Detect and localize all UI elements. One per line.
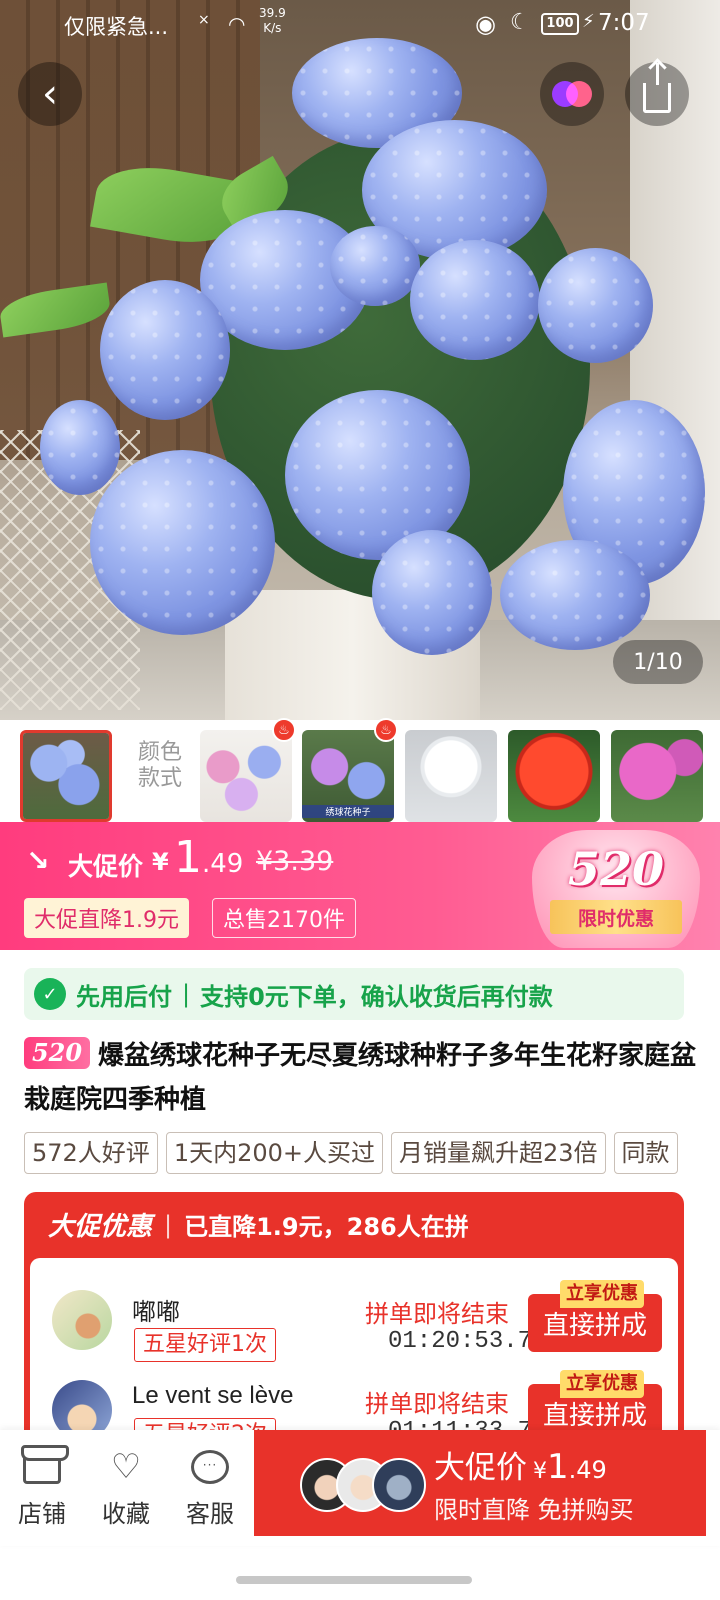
image-counter: 1/10	[613, 640, 703, 684]
original-price: ¥3.39	[256, 846, 334, 877]
variant-thumb-2[interactable]	[200, 730, 292, 822]
share-icon	[643, 63, 671, 113]
avatar	[372, 1458, 426, 1512]
user-name: Le vent se lève	[132, 1382, 294, 1409]
pay-later-banner[interactable]: ✓ 先用后付 | 支持0元下单，确认收货后再付款	[24, 968, 684, 1020]
back-button[interactable]: ‹	[18, 62, 82, 126]
group-buy-title: 大促优惠	[48, 1212, 153, 1242]
chip-sales-surge[interactable]: 月销量飙升超23倍	[391, 1132, 606, 1174]
charging-icon: ⚡	[582, 11, 595, 32]
home-indicator[interactable]	[236, 1576, 472, 1584]
instant-discount-tag: 立享优惠	[560, 1370, 644, 1398]
avatar	[52, 1290, 112, 1350]
chip-bought[interactable]: 1天内200+人买过	[165, 1132, 383, 1174]
buyer-avatars	[300, 1458, 426, 1514]
520-badge: 520	[24, 1037, 90, 1069]
clock: 7:07	[598, 10, 650, 36]
variant-thumb-4[interactable]	[405, 730, 497, 822]
trend-down-icon: ↘	[26, 844, 50, 877]
eye-comfort-icon: ◉	[475, 10, 496, 38]
product-title: 520 爆盆绣球花种子无尽夏绣球种籽子多年生花籽家庭盆栽庭院四季种植	[24, 1037, 697, 1115]
pay-later-desc: 支持0元下单，确认收货后再付款	[200, 982, 553, 1011]
buy-subtitle: 限时直降 免拼购买	[434, 1496, 634, 1524]
review-badge: 五星好评1次	[134, 1328, 276, 1362]
favorite-button[interactable]: ♡ 收藏	[84, 1444, 168, 1534]
store-icon	[21, 1445, 69, 1484]
fire-icon: ♨	[272, 718, 296, 742]
limited-offer-badge: 520 限时优惠	[532, 830, 700, 948]
user-name: 嘟嘟	[132, 1299, 180, 1326]
buy-price: 大促价 ¥1.49	[434, 1447, 607, 1487]
promo-price: 1.49	[174, 832, 244, 883]
promo-label: 大促价	[68, 852, 144, 881]
chip-same-style[interactable]: 同款	[613, 1132, 678, 1174]
status-bar: 仅限紧急... × ◠ 39.9 K/s ◉ ☾ 100 ⚡ 7:07	[0, 0, 720, 50]
variant-thumb-1[interactable]	[20, 730, 112, 822]
twin-circles-button[interactable]	[540, 62, 604, 126]
product-page: 仅限紧急... × ◠ 39.9 K/s ◉ ☾ 100 ⚡ 7:07 ‹ 1/1…	[0, 0, 720, 1600]
chat-icon: ···	[191, 1450, 229, 1484]
color-style-label[interactable]: 颜色 款式	[130, 740, 190, 792]
ending-status: 拼单即将结束	[365, 1390, 509, 1418]
moon-icon: ☾	[510, 10, 530, 35]
highlight-chips: 572人好评 1天内200+人买过 月销量飙升超23倍 同款	[24, 1132, 720, 1174]
product-image[interactable]: 仅限紧急... × ◠ 39.9 K/s ◉ ☾ 100 ⚡ 7:07 ‹ 1/1…	[0, 0, 720, 720]
group-buy-subtitle: 已直降1.9元，286人在拼	[184, 1213, 469, 1241]
share-button[interactable]	[625, 62, 689, 126]
customer-service-button[interactable]: ··· 客服	[168, 1444, 252, 1534]
price-drop-tag: 大促直降1.9元	[24, 898, 189, 938]
currency-symbol: ¥	[152, 848, 169, 876]
bottom-action-bar: 店铺 ♡ 收藏 ··· 客服 大促价 ¥1.49 限时直降 免拼购买	[0, 1430, 720, 1546]
twin-circles-icon	[552, 81, 592, 107]
variant-thumb-5[interactable]	[508, 730, 600, 822]
fire-icon: ♨	[374, 718, 398, 742]
ending-status: 拼单即将结束	[365, 1300, 509, 1328]
variant-thumb-3[interactable]: 绣球花种子	[302, 730, 394, 822]
notification-text: 仅限紧急...	[64, 15, 169, 39]
wifi-icon: ◠	[228, 12, 246, 36]
variant-thumb-6[interactable]	[611, 730, 703, 822]
battery-icon: 100	[541, 13, 579, 35]
pay-later-icon: ✓	[34, 978, 66, 1010]
instant-discount-tag: 立享优惠	[560, 1280, 644, 1308]
chevron-left-icon: ‹	[42, 71, 58, 117]
total-sales-tag: 总售2170件	[212, 898, 356, 938]
net-speed: 39.9 K/s	[259, 6, 286, 35]
variant-thumbnails: 颜色 款式 ♨ 绣球花种子 ♨	[0, 718, 720, 822]
pay-later-title: 先用后付	[76, 982, 172, 1011]
signal-icon: ×	[198, 12, 210, 28]
buy-now-button[interactable]: 大促价 ¥1.49 限时直降 免拼购买	[254, 1430, 706, 1536]
heart-outline-icon: ♡	[110, 1447, 142, 1487]
group-buy-row: 嘟嘟 五星好评1次 拼单即将结束 01:20:53.7 直接拼成 立享优惠	[30, 1280, 678, 1374]
chip-reviews[interactable]: 572人好评	[24, 1132, 158, 1174]
countdown-timer: 01:20:53.7	[388, 1328, 533, 1355]
store-button[interactable]: 店铺	[0, 1444, 84, 1534]
